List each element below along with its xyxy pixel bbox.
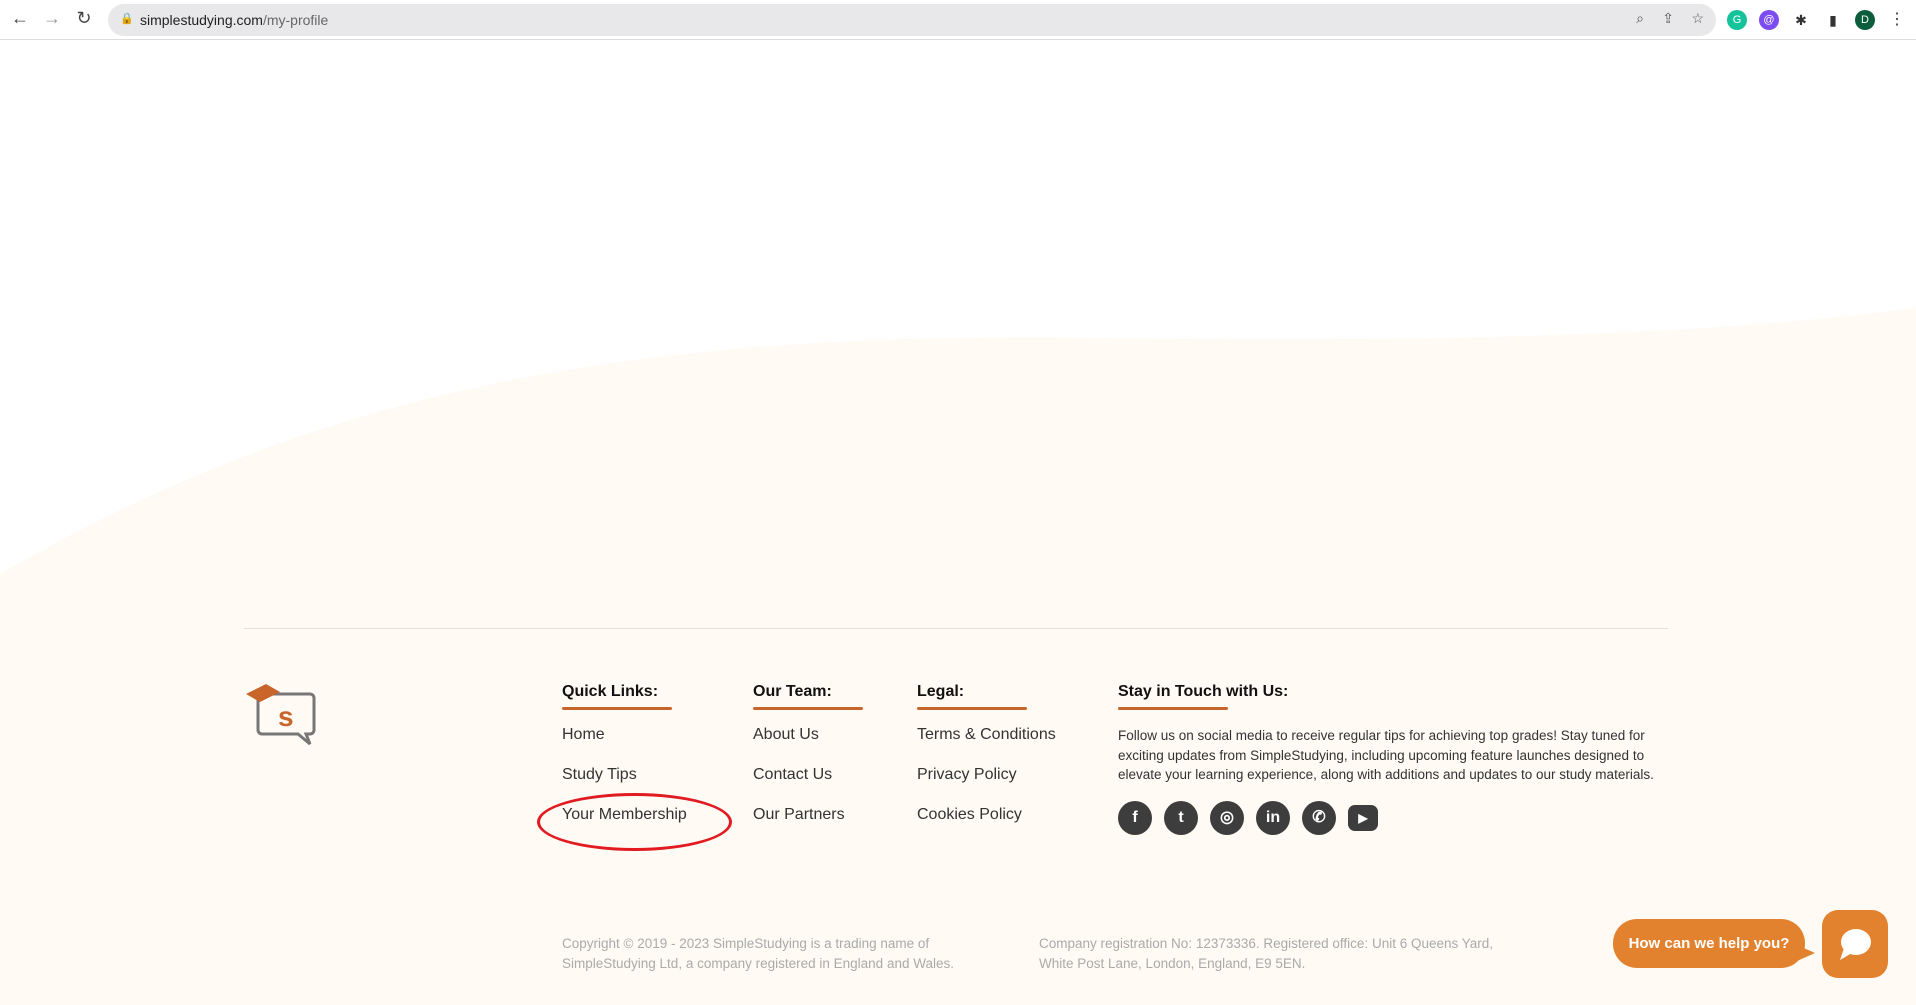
grammarly-extension-icon[interactable]: G: [1727, 10, 1747, 30]
forward-icon[interactable]: →: [40, 8, 64, 29]
stay-in-touch-text: Follow us on social media to receive reg…: [1118, 728, 1654, 782]
chat-icon: [1840, 929, 1871, 960]
whatsapp-icon[interactable]: ✆: [1302, 800, 1336, 835]
svg-text:s: s: [278, 701, 294, 732]
link-contact-us[interactable]: Contact Us: [753, 766, 863, 806]
facebook-icon[interactable]: f: [1118, 800, 1152, 835]
copyright-text: Copyright © 2019 - 2023 SimpleStudying i…: [562, 936, 954, 971]
our-team-heading: Our Team:: [753, 683, 832, 700]
side-panel-icon[interactable]: ▮: [1823, 10, 1843, 30]
quick-links-heading: Quick Links:: [562, 683, 659, 700]
legal-column: Legal: Terms & Conditions Privacy Policy…: [917, 683, 1056, 846]
url-domain: simplestudying.com: [140, 12, 263, 28]
lock-icon: 🔒: [120, 13, 134, 25]
zoom-icon[interactable]: ⌕: [1636, 10, 1644, 27]
link-home[interactable]: Home: [562, 726, 687, 766]
share-icon[interactable]: ⇪: [1662, 10, 1674, 27]
address-bar[interactable]: 🔒 simplestudying.com/my-profile ⌕ ⇪ ☆: [108, 4, 1716, 36]
profile-avatar[interactable]: D: [1855, 10, 1875, 30]
browser-toolbar: ← → ↻ 🔒 simplestudying.com/my-profile ⌕ …: [0, 0, 1916, 40]
heading-underline: [1118, 707, 1228, 710]
stay-in-touch-heading: Stay in Touch with Us:: [1118, 683, 1289, 700]
social-links: f t ◎ in ✆ ▶: [1118, 800, 1658, 835]
extension-icon[interactable]: @: [1759, 10, 1779, 30]
bookmark-star-icon[interactable]: ☆: [1691, 10, 1704, 27]
heading-underline: [917, 707, 1027, 710]
link-terms[interactable]: Terms & Conditions: [917, 726, 1056, 766]
heading-underline: [753, 707, 863, 710]
link-cookies-policy[interactable]: Cookies Policy: [917, 806, 1056, 846]
simplestudying-logo: s: [246, 684, 316, 746]
link-privacy-policy[interactable]: Privacy Policy: [917, 766, 1056, 806]
heading-underline: [562, 707, 672, 710]
url-path: /my-profile: [262, 12, 329, 28]
back-icon[interactable]: ←: [8, 8, 32, 29]
background-wave: [0, 308, 1916, 1005]
menu-icon[interactable]: ⋮: [1887, 10, 1907, 30]
link-about-us[interactable]: About Us: [753, 726, 863, 766]
chat-prompt[interactable]: How can we help you?: [1613, 919, 1815, 968]
stay-in-touch-column: Stay in Touch with Us: Follow us on soci…: [1118, 683, 1658, 835]
company-registration-text: Company registration No: 12373336. Regis…: [1039, 936, 1494, 971]
youtube-icon[interactable]: ▶: [1348, 804, 1378, 831]
reload-icon[interactable]: ↻: [72, 8, 96, 29]
highlight-annotation: [537, 793, 732, 851]
our-team-column: Our Team: About Us Contact Us Our Partne…: [753, 683, 863, 846]
twitter-icon[interactable]: t: [1164, 800, 1198, 835]
legal-heading: Legal:: [917, 683, 965, 700]
instagram-icon[interactable]: ◎: [1210, 800, 1244, 835]
link-our-partners[interactable]: Our Partners: [753, 806, 863, 846]
footer-divider: [244, 628, 1668, 629]
extensions-puzzle-icon[interactable]: ✱: [1791, 10, 1811, 30]
linkedin-icon[interactable]: in: [1256, 800, 1290, 835]
chat-button[interactable]: [1822, 910, 1888, 978]
